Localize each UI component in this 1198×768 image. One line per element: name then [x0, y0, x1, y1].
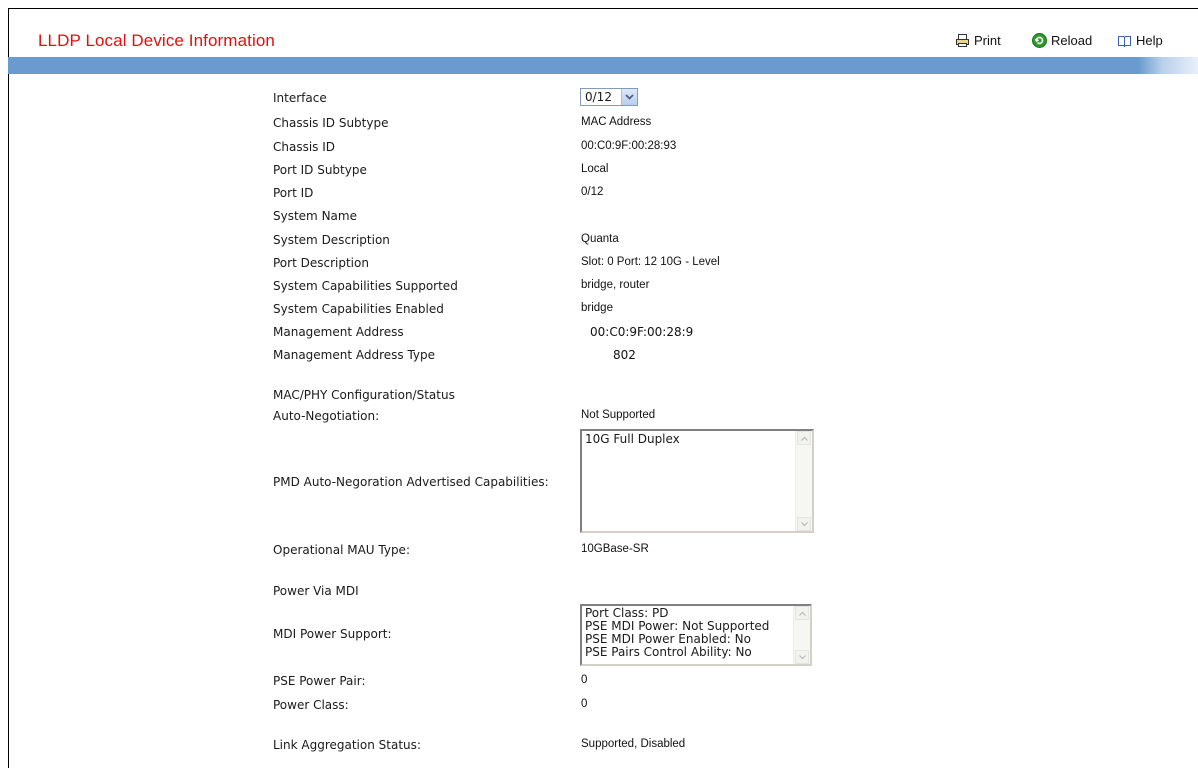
- auto-negotiation-label: Auto-Negotiation:: [273, 409, 380, 423]
- port-description-value: Slot: 0 Port: 12 10G - Level: [581, 256, 720, 268]
- power-class-row: Power Class: 0: [0, 698, 1198, 716]
- port-id-row: Port ID 0/12: [0, 186, 1198, 204]
- system-description-row: System Description Quanta: [0, 233, 1198, 251]
- mgmt-address-row: Management Address 00:C0:9F:00:28:9: [0, 325, 1198, 343]
- list-item[interactable]: 10G Full Duplex: [585, 433, 809, 446]
- mau-type-value: 10GBase-SR: [581, 543, 649, 555]
- system-description-label: System Description: [273, 233, 390, 247]
- help-button[interactable]: Help: [1117, 32, 1163, 48]
- sys-cap-enabled-value: bridge: [581, 302, 613, 314]
- system-name-row: System Name: [0, 209, 1198, 227]
- port-description-label: Port Description: [273, 256, 369, 270]
- port-id-subtype-value: Local: [581, 163, 609, 175]
- pse-power-pair-row: PSE Power Pair: 0: [0, 674, 1198, 692]
- macphy-section-row: MAC/PHY Configuration/Status: [0, 388, 1198, 406]
- link-aggregation-value: Supported, Disabled: [581, 738, 686, 750]
- mdi-power-support-listbox[interactable]: Port Class: PD PSE MDI Power: Not Suppor…: [580, 604, 812, 666]
- pmd-capabilities-label: PMD Auto-Negoration Advertised Capabilit…: [273, 475, 549, 489]
- macphy-section-label: MAC/PHY Configuration/Status: [273, 388, 455, 402]
- chassis-id-value: 00:C0:9F:00:28:93: [581, 140, 677, 152]
- mau-type-row: Operational MAU Type: 10GBase-SR: [0, 543, 1198, 561]
- pmd-capabilities-list: 10G Full Duplex: [582, 431, 812, 448]
- help-book-icon: [1117, 33, 1132, 48]
- mdi-power-support-list: Port Class: PD PSE MDI Power: Not Suppor…: [582, 606, 810, 661]
- power-class-value: 0: [581, 698, 588, 710]
- interface-label: Interface: [273, 91, 327, 105]
- port-id-subtype-row: Port ID Subtype Local: [0, 163, 1198, 181]
- scroll-down-icon[interactable]: [795, 650, 809, 664]
- chassis-id-subtype-row: Chassis ID Subtype MAC Address: [0, 116, 1198, 134]
- pse-power-pair-value: 0: [581, 674, 588, 686]
- scroll-up-icon[interactable]: [797, 431, 811, 445]
- chevron-down-icon[interactable]: [621, 89, 637, 105]
- chassis-id-subtype-label: Chassis ID Subtype: [273, 116, 389, 130]
- header-bar: [8, 57, 1198, 74]
- power-class-label: Power Class:: [273, 698, 349, 712]
- link-aggregation-row: Link Aggregation Status: Supported, Disa…: [0, 738, 1198, 756]
- print-button[interactable]: Print: [955, 32, 1001, 48]
- pmd-capabilities-listbox[interactable]: 10G Full Duplex: [580, 429, 814, 533]
- mdi-scrollbar[interactable]: [793, 606, 810, 664]
- printer-icon: [955, 33, 970, 48]
- interface-select-value: 0/12: [585, 90, 612, 104]
- auto-negotiation-value: Not Supported: [581, 409, 656, 421]
- mgmt-address-label: Management Address: [273, 325, 404, 339]
- sys-cap-supported-row: System Capabilities Supported bridge, ro…: [0, 279, 1198, 297]
- mgmt-address-type-value: 802: [613, 348, 636, 362]
- reload-icon: [1032, 32, 1047, 48]
- port-description-row: Port Description Slot: 0 Port: 12 10G - …: [0, 256, 1198, 274]
- pmd-scrollbar[interactable]: [795, 431, 812, 531]
- scroll-down-icon[interactable]: [797, 517, 811, 531]
- mgmt-address-type-row: Management Address Type 802: [0, 348, 1198, 366]
- link-aggregation-label: Link Aggregation Status:: [273, 738, 421, 752]
- mgmt-address-value: 00:C0:9F:00:28:9: [590, 325, 694, 339]
- sys-cap-supported-label: System Capabilities Supported: [273, 279, 458, 293]
- toolbar: Print Reload Help: [0, 32, 1198, 50]
- power-section-row: Power Via MDI: [0, 584, 1198, 602]
- system-description-value: Quanta: [581, 233, 619, 245]
- sys-cap-enabled-row: System Capabilities Enabled bridge: [0, 302, 1198, 320]
- auto-negotiation-row: Auto-Negotiation: Not Supported: [0, 409, 1198, 427]
- mdi-power-support-label: MDI Power Support:: [273, 627, 392, 641]
- port-id-value: 0/12: [581, 186, 604, 198]
- interface-select[interactable]: 0/12: [580, 88, 638, 106]
- port-id-subtype-label: Port ID Subtype: [273, 163, 367, 177]
- list-item[interactable]: PSE Pairs Control Ability: No: [585, 646, 807, 659]
- mgmt-address-type-label: Management Address Type: [273, 348, 436, 362]
- chassis-id-subtype-value: MAC Address: [581, 116, 652, 128]
- reload-button[interactable]: Reload: [1032, 32, 1092, 48]
- mau-type-label: Operational MAU Type:: [273, 543, 410, 557]
- pse-power-pair-label: PSE Power Pair:: [273, 674, 366, 688]
- sys-cap-enabled-label: System Capabilities Enabled: [273, 302, 444, 316]
- chassis-id-row: Chassis ID 00:C0:9F:00:28:93: [0, 140, 1198, 158]
- help-label: Help: [1136, 32, 1163, 48]
- system-name-label: System Name: [273, 209, 357, 223]
- sys-cap-supported-value: bridge, router: [581, 279, 650, 291]
- reload-label: Reload: [1051, 32, 1093, 48]
- power-section-label: Power Via MDI: [273, 584, 359, 598]
- chassis-id-label: Chassis ID: [273, 140, 336, 154]
- scroll-up-icon[interactable]: [795, 606, 809, 620]
- port-id-label: Port ID: [273, 186, 314, 200]
- print-label: Print: [974, 32, 1001, 48]
